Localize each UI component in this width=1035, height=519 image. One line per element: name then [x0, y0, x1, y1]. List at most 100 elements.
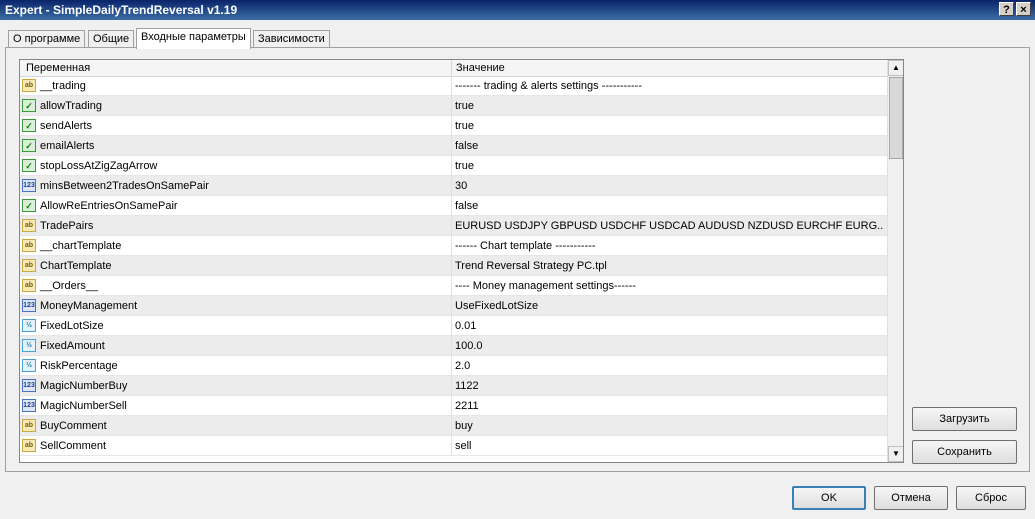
- string-type-icon: ab: [22, 259, 36, 272]
- load-button-label: Загрузить: [939, 413, 990, 425]
- variable-name: RiskPercentage: [40, 360, 118, 372]
- cell-divider: [451, 116, 452, 136]
- variable-value[interactable]: ------ Chart template -----------: [455, 240, 883, 252]
- table-row[interactable]: ab SellComment sell: [20, 436, 887, 456]
- table-row[interactable]: 123 MoneyManagement UseFixedLotSize: [20, 296, 887, 316]
- variable-value[interactable]: false: [455, 140, 883, 152]
- save-button[interactable]: Сохранить: [912, 440, 1017, 464]
- variable-value[interactable]: 2211: [455, 400, 883, 412]
- variable-name: FixedLotSize: [40, 320, 104, 332]
- double-type-icon: ½: [22, 359, 36, 372]
- table-row[interactable]: ab BuyComment buy: [20, 416, 887, 436]
- variable-value[interactable]: 1122: [455, 380, 883, 392]
- string-type-icon: ab: [22, 279, 36, 292]
- variable-value[interactable]: EURUSD USDJPY GBPUSD USDCHF USDCAD AUDUS…: [455, 220, 883, 232]
- scroll-up-icon[interactable]: ▲: [888, 60, 903, 76]
- variable-name: MagicNumberSell: [40, 400, 127, 412]
- cell-divider: [451, 436, 452, 456]
- title-bar: Expert - SimpleDailyTrendReversal v1.19 …: [0, 0, 1035, 20]
- cell-divider: [451, 376, 452, 396]
- table-row[interactable]: 123 MagicNumberSell 2211: [20, 396, 887, 416]
- variable-value[interactable]: 2.0: [455, 360, 883, 372]
- tab-dependencies[interactable]: Зависимости: [253, 30, 330, 48]
- table-row[interactable]: ✓ AllowReEntriesOnSamePair false: [20, 196, 887, 216]
- grid-header: Переменная Значение: [20, 60, 887, 77]
- variable-value[interactable]: false: [455, 200, 883, 212]
- cell-divider: [451, 236, 452, 256]
- table-row[interactable]: ✓ allowTrading true: [20, 96, 887, 116]
- variable-value[interactable]: sell: [455, 440, 883, 452]
- table-row[interactable]: ½ RiskPercentage 2.0: [20, 356, 887, 376]
- table-row[interactable]: ab ChartTemplate Trend Reversal Strategy P…: [20, 256, 887, 276]
- cell-divider: [451, 156, 452, 176]
- table-row[interactable]: ½ FixedLotSize 0.01: [20, 316, 887, 336]
- scroll-thumb[interactable]: [889, 77, 903, 159]
- variable-value[interactable]: 30: [455, 180, 883, 192]
- tab-general[interactable]: Общие: [88, 30, 135, 48]
- table-row[interactable]: ✓ sendAlerts true: [20, 116, 887, 136]
- table-row[interactable]: ab TradePairs EURUSD USDJPY GBPUSD USDCHF …: [20, 216, 887, 236]
- cell-divider: [451, 136, 452, 156]
- variable-value[interactable]: true: [455, 160, 883, 172]
- variable-name: ChartTemplate: [40, 260, 112, 272]
- cancel-button[interactable]: Отмена: [874, 486, 948, 510]
- column-header-value[interactable]: Значение: [456, 62, 505, 74]
- cell-divider: [451, 356, 452, 376]
- bool-type-icon: ✓: [22, 199, 36, 212]
- table-row[interactable]: ½ FixedAmount 100.0: [20, 336, 887, 356]
- variable-value[interactable]: 0.01: [455, 320, 883, 332]
- tab-about[interactable]: О программе: [8, 30, 86, 48]
- bool-type-icon: ✓: [22, 99, 36, 112]
- variable-name: FixedAmount: [40, 340, 105, 352]
- help-button[interactable]: ?: [999, 2, 1014, 16]
- variable-value[interactable]: 100.0: [455, 340, 883, 352]
- bool-type-icon: ✓: [22, 119, 36, 132]
- load-button[interactable]: Загрузить: [912, 407, 1017, 431]
- parameters-grid[interactable]: Переменная Значение ab __trading ------- …: [19, 59, 904, 463]
- cell-divider: [451, 216, 452, 236]
- table-row[interactable]: ab __trading ------- trading & alerts set…: [20, 76, 887, 96]
- table-row[interactable]: ✓ emailAlerts false: [20, 136, 887, 156]
- integer-type-icon: 123: [22, 179, 36, 192]
- integer-type-icon: 123: [22, 399, 36, 412]
- column-header-variable[interactable]: Переменная: [26, 62, 90, 74]
- variable-name: AllowReEntriesOnSamePair: [40, 200, 178, 212]
- grid-rows: ab __trading ------- trading & alerts set…: [20, 76, 887, 456]
- string-type-icon: ab: [22, 419, 36, 432]
- variable-value[interactable]: ---- Money management settings------: [455, 280, 883, 292]
- variable-name: stopLossAtZigZagArrow: [40, 160, 158, 172]
- ok-button[interactable]: OK: [792, 486, 866, 510]
- variable-value[interactable]: true: [455, 120, 883, 132]
- tab-inputs[interactable]: Входные параметры: [136, 28, 251, 49]
- cell-divider: [451, 256, 452, 276]
- vertical-scrollbar[interactable]: ▲ ▼: [887, 60, 903, 462]
- cell-divider: [451, 296, 452, 316]
- table-row[interactable]: 123 minsBetween2TradesOnSamePair 30: [20, 176, 887, 196]
- variable-value[interactable]: true: [455, 100, 883, 112]
- table-row[interactable]: ✓ stopLossAtZigZagArrow true: [20, 156, 887, 176]
- table-row[interactable]: ab __chartTemplate ------ Chart template …: [20, 236, 887, 256]
- variable-name: allowTrading: [40, 100, 102, 112]
- cell-divider: [451, 396, 452, 416]
- variable-value[interactable]: buy: [455, 420, 883, 432]
- integer-type-icon: 123: [22, 379, 36, 392]
- double-type-icon: ½: [22, 319, 36, 332]
- reset-button[interactable]: Сброс: [956, 486, 1026, 510]
- variable-value[interactable]: ------- trading & alerts settings ------…: [455, 80, 883, 92]
- table-row[interactable]: ab __Orders__ ---- Money management setti…: [20, 276, 887, 296]
- variable-value[interactable]: Trend Reversal Strategy PC.tpl: [455, 260, 883, 272]
- cell-divider: [451, 276, 452, 296]
- variable-name: BuyComment: [40, 420, 107, 432]
- variable-value[interactable]: UseFixedLotSize: [455, 300, 883, 312]
- integer-type-icon: 123: [22, 299, 36, 312]
- variable-name: SellComment: [40, 440, 107, 452]
- table-row[interactable]: 123 MagicNumberBuy 1122: [20, 376, 887, 396]
- variable-name: minsBetween2TradesOnSamePair: [40, 180, 209, 192]
- string-type-icon: ab: [22, 239, 36, 252]
- column-divider[interactable]: [451, 60, 452, 76]
- cell-divider: [451, 96, 452, 116]
- variable-name: __trading: [40, 80, 86, 92]
- bool-type-icon: ✓: [22, 139, 36, 152]
- scroll-down-icon[interactable]: ▼: [888, 446, 903, 462]
- close-button[interactable]: ×: [1016, 2, 1031, 16]
